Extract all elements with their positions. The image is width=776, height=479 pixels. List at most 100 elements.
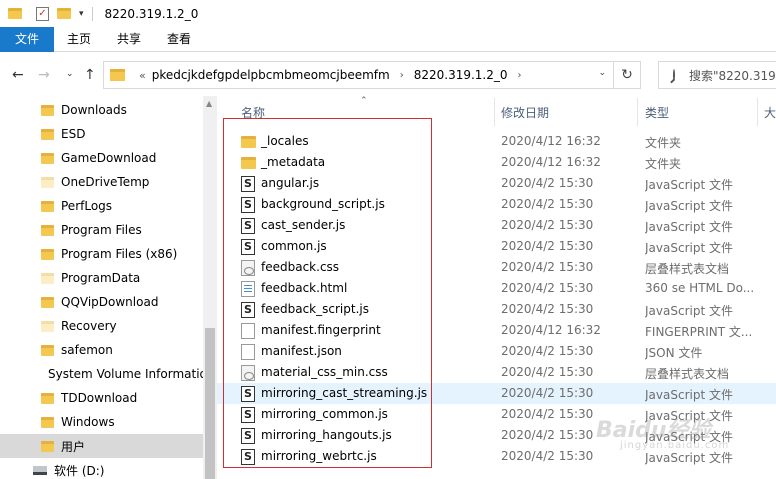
folder-icon [41,344,54,356]
file-type: 层叠样式表文档 [645,367,730,381]
scroll-up-icon[interactable]: ▲ [206,99,212,108]
sidebar-item-gamedownload[interactable]: GameDownload [0,146,203,170]
sidebar-item-recovery[interactable]: Recovery [0,314,203,338]
back-arrow-icon[interactable]: ← [12,67,24,83]
tab-home[interactable]: 主页 [54,27,104,52]
address-overflow[interactable]: « [139,69,146,82]
file-type: JavaScript 文件 [645,409,733,423]
file-row[interactable]: cast_sender.js 2020/4/2 15:30 JavaScript 文… [217,215,776,236]
breadcrumb-segment-extension[interactable]: pkedcjkdefgpdelpbcmbmeomcjbeemfm [152,68,390,82]
file-icon [241,344,255,360]
tab-view[interactable]: 查看 [154,27,204,52]
javascript-file-icon [241,176,255,192]
folder-icon [41,440,54,452]
file-name: mirroring_hangouts.js [261,428,392,442]
column-divider[interactable] [494,98,495,126]
folder-icon [41,392,54,404]
breadcrumb-segment-version[interactable]: 8220.319.1.2_0 [414,68,508,82]
file-modified-date: 2020/4/2 15:30 [501,239,594,253]
address-bar[interactable]: « pkedcjkdefgpdelpbcmbmeomcjbeemfm › 822… [103,61,641,89]
quick-access-dropdown-icon[interactable]: ▾ [79,9,84,19]
file-row[interactable]: feedback.html 2020/4/2 15:30 360 se HTML D… [217,278,776,299]
column-divider[interactable] [637,98,638,126]
sidebar-item-label: OneDriveTemp [61,175,150,189]
file-modified-date: 2020/4/2 15:30 [501,344,594,358]
file-type: JSON 文件 [645,346,703,360]
sidebar-item-windows[interactable]: Windows [0,410,203,434]
file-row[interactable]: background_script.js 2020/4/2 15:30 JavaSc… [217,194,776,215]
navigation-pane: Downloads ESD GameDownload OneDriveTemp … [0,96,203,479]
file-row[interactable]: mirroring_cast_streaming.js 2020/4/2 15:3… [217,383,776,404]
stylesheet-file-icon [241,260,255,276]
breadcrumb-chevron-icon[interactable]: › [400,70,404,81]
file-row[interactable]: _metadata 2020/4/12 16:32 文件夹 [217,152,776,173]
properties-check-icon[interactable]: ✓ [36,6,49,21]
up-arrow-icon[interactable]: ↑ [84,67,96,83]
sidebar-item-program-files[interactable]: Program Files [0,218,203,242]
column-header-name[interactable]: 名称 [241,104,265,121]
file-row[interactable]: angular.js 2020/4/2 15:30 JavaScript 文件 [217,173,776,194]
sidebar-item-label: 用户 [61,439,86,454]
file-row[interactable]: manifest.json 2020/4/2 15:30 JSON 文件 [217,341,776,362]
file-modified-date: 2020/4/12 16:32 [501,134,601,148]
file-row[interactable]: mirroring_hangouts.js 2020/4/2 15:30 JavaS… [217,425,776,446]
sidebar-item-safemon[interactable]: safemon [0,338,203,362]
tab-file[interactable]: 文件 [0,27,55,52]
sidebar-item-label: System Volume Information [48,367,203,381]
sidebar-scrollbar[interactable]: ▲ [203,96,217,479]
column-header-type[interactable]: 类型 [645,104,669,121]
file-row[interactable]: feedback.css 2020/4/2 15:30 层叠样式表文档 [217,257,776,278]
file-type: JavaScript 文件 [645,430,733,444]
file-name: feedback.css [261,260,340,274]
file-row[interactable]: material_css_min.css 2020/4/2 15:30 层叠样式表文… [217,362,776,383]
sidebar-item-drive-d[interactable]: 软件 (D:) [0,458,203,479]
sidebar-item-program-files-x86[interactable]: Program Files (x86) [0,242,203,266]
sort-ascending-icon: ⌃ [360,96,368,106]
sidebar-item-label: Program Files [61,223,142,237]
refresh-icon[interactable]: ↻ [613,62,640,88]
folder-icon [41,152,54,164]
file-row[interactable]: feedback_script.js 2020/4/2 15:30 JavaScri… [217,299,776,320]
column-header-size[interactable]: 大 [764,104,776,121]
address-dropdown-icon[interactable]: ⌄ [598,68,606,78]
file-modified-date: 2020/4/2 15:30 [501,281,594,295]
search-box[interactable]: 搜索"8220.319.1.2_0" [658,61,776,89]
file-type: 层叠样式表文档 [645,262,730,276]
file-row[interactable]: common.js 2020/4/2 15:30 JavaScript 文件 [217,236,776,257]
sidebar-item-label: QQVipDownload [61,295,159,309]
folder-icon [41,296,54,308]
file-row[interactable]: manifest.fingerprint 2020/4/12 16:32 FINGE… [217,320,776,341]
file-name: common.js [261,239,327,253]
file-row[interactable]: mirroring_webrtc.js 2020/4/2 15:30 JavaScr… [217,446,776,467]
file-row[interactable]: _locales 2020/4/12 16:32 文件夹 [217,131,776,152]
javascript-file-icon [241,218,255,234]
column-divider[interactable] [757,98,758,126]
sidebar-item-programdata[interactable]: ProgramData [0,266,203,290]
column-header-date[interactable]: 修改日期 [501,104,549,121]
sidebar-item-system-volume-information[interactable]: System Volume Information [0,362,203,386]
sidebar-item-perflogs[interactable]: PerfLogs [0,194,203,218]
file-type: 360 se HTML Do... [645,281,755,295]
folder-icon [41,224,54,236]
sidebar-item-users[interactable]: 用户 [0,434,203,458]
folder-icon [8,8,22,19]
sidebar-item-esd[interactable]: ESD [0,122,203,146]
file-name: _metadata [261,155,326,169]
file-row[interactable]: mirroring_common.js 2020/4/2 15:30 JavaScr… [217,404,776,425]
file-name: background_script.js [261,197,385,211]
sidebar-item-qqvipdownload[interactable]: QQVipDownload [0,290,203,314]
recent-dropdown-icon[interactable]: ⌄ [66,69,74,79]
file-type: JavaScript 文件 [645,178,733,192]
file-modified-date: 2020/4/2 15:30 [501,428,594,442]
folder-icon [41,200,54,212]
scrollbar-thumb[interactable] [205,328,215,479]
folder-icon [41,416,54,428]
sidebar-item-downloads[interactable]: Downloads [0,98,203,122]
sidebar-item-onedrivetemp[interactable]: OneDriveTemp [0,170,203,194]
new-folder-icon[interactable] [57,8,71,19]
sidebar-item-tddownload[interactable]: TDDownload [0,386,203,410]
forward-arrow-icon[interactable]: → [38,67,50,83]
title-separator [91,6,93,21]
breadcrumb-chevron-icon[interactable]: › [518,70,522,81]
tab-share[interactable]: 共享 [104,27,154,52]
